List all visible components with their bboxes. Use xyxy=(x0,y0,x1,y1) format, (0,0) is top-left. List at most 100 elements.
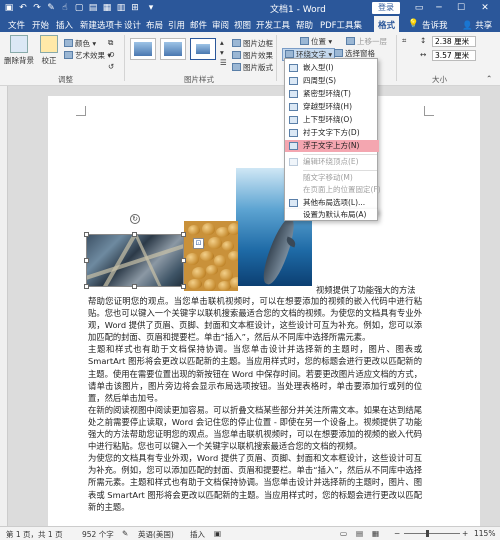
touch-mode-icon[interactable]: ☝ xyxy=(59,2,71,14)
format-painter-icon[interactable]: ✎ xyxy=(45,2,57,14)
bean-shape xyxy=(186,253,199,265)
ribbon-display-icon[interactable]: ▭ xyxy=(410,0,428,16)
selection-frame xyxy=(86,234,184,287)
picture-style-1[interactable] xyxy=(130,38,156,60)
remove-background-button[interactable]: 删除背景 xyxy=(4,35,34,66)
picture-effects-button[interactable]: 图片效果 xyxy=(232,50,273,61)
bring-forward-label: 上移一层 xyxy=(357,37,387,46)
beans-picture[interactable] xyxy=(184,221,238,291)
redo-icon[interactable]: ↷ xyxy=(31,2,43,14)
insert-icon[interactable]: ⊞ xyxy=(129,2,141,14)
collapse-ribbon-icon[interactable]: ⌃ xyxy=(486,74,492,83)
reset-picture-icon[interactable]: ↺ xyxy=(108,62,114,71)
menu-item-set-default-layout[interactable]: 设置为默认布局(A) xyxy=(284,209,378,221)
proofing-icon[interactable]: ✎ xyxy=(122,529,128,538)
zoom-slider-thumb[interactable] xyxy=(426,530,429,537)
layout-options-icon[interactable]: ⊡ xyxy=(193,238,204,249)
width-input[interactable]: 3.57 厘米 xyxy=(432,50,476,61)
picture-layout-icon xyxy=(232,63,241,71)
menu-item-top-bottom[interactable]: 上下型环绕(O) xyxy=(285,114,379,126)
menu-item-move-with-text[interactable]: 随文字移动(M) xyxy=(285,172,379,184)
resize-handle[interactable] xyxy=(181,232,186,237)
print-layout-icon[interactable]: ▤ xyxy=(356,529,363,538)
open-icon[interactable]: ▤ xyxy=(87,2,99,14)
menu-item-inline[interactable]: 嵌入型(I) xyxy=(285,62,379,74)
document-body[interactable]: 帮助您证明您的观点。当您单击联机视频时，可以在想要添加的视频的嵌入代码中进行粘贴… xyxy=(88,283,422,513)
tab-pdf-tools[interactable]: PDF工具集 xyxy=(320,19,362,31)
resize-handle[interactable] xyxy=(84,232,89,237)
picture-style-2[interactable] xyxy=(160,38,186,60)
styles-more-icon[interactable]: ☰ xyxy=(220,58,227,67)
position-button[interactable]: 位置 ▾ xyxy=(300,36,332,47)
insert-mode[interactable]: 插入 xyxy=(190,529,205,540)
undo-icon[interactable]: ↶ xyxy=(17,2,29,14)
tab-format[interactable]: 格式 xyxy=(374,16,400,32)
status-bar: 第 1 页，共 1 页 952 个字 ✎ 英语(美国) 插入 ▣ ▭ ▤ ▦ −… xyxy=(0,526,500,540)
zoom-out-icon[interactable]: − xyxy=(394,529,400,538)
word-count[interactable]: 952 个字 xyxy=(82,529,114,540)
page-count[interactable]: 第 1 页，共 1 页 xyxy=(6,529,63,540)
picture-effects-icon xyxy=(232,51,241,59)
lightbulb-icon[interactable]: 💡 xyxy=(408,19,419,29)
tell-me-input[interactable]: 告诉我 xyxy=(422,19,448,31)
zoom-slider[interactable] xyxy=(404,533,460,534)
menu-item-more-layout-options[interactable]: 其他布局选项(L)... xyxy=(284,197,378,209)
layout-icon[interactable]: ▥ xyxy=(115,2,127,14)
tab-review[interactable]: 审阅 xyxy=(212,19,229,31)
tab-insert[interactable]: 插入 xyxy=(56,19,73,31)
read-mode-icon[interactable]: ▭ xyxy=(340,529,347,538)
customize-qat-icon[interactable]: ▾ xyxy=(145,2,157,14)
tab-references[interactable]: 引用 xyxy=(168,19,185,31)
menu-item-edit-wrap-points[interactable]: 编辑环绕顶点(E) xyxy=(285,156,379,168)
rotate-handle-icon[interactable]: ↻ xyxy=(130,214,140,224)
tab-design[interactable]: 设计 xyxy=(124,19,141,31)
corrections-button[interactable]: 校正 xyxy=(38,35,60,66)
print-preview-icon[interactable]: ▦ xyxy=(101,2,113,14)
color-button[interactable]: 颜色 ▾ xyxy=(64,38,96,49)
position-icon xyxy=(300,37,309,45)
language[interactable]: 英语(美国) xyxy=(138,529,174,540)
resize-handle[interactable] xyxy=(132,232,137,237)
tab-developer[interactable]: 开发工具 xyxy=(256,19,290,31)
menu-item-in-front-of-text[interactable]: 浮于文字上方(N) xyxy=(285,140,379,152)
crop-icon[interactable]: ⌗ xyxy=(402,36,406,46)
share-button[interactable]: 👤 共享 xyxy=(462,19,492,31)
tab-file[interactable]: 文件 xyxy=(8,19,25,31)
bring-forward-button[interactable]: 上移一层 xyxy=(346,36,387,47)
minimize-icon[interactable]: ─ xyxy=(430,0,448,16)
close-icon[interactable]: ✕ xyxy=(476,0,494,16)
tab-new[interactable]: 新建选项卡 xyxy=(80,19,123,31)
paragraph: 帮助您证明您的观点。当您单击联机视频时，可以在想要添加的视频的嵌入代码中进行粘贴… xyxy=(88,296,422,343)
login-button[interactable]: 登录 xyxy=(372,2,400,14)
web-layout-icon[interactable]: ▦ xyxy=(372,529,379,538)
menu-item-square[interactable]: 四周型(S) xyxy=(285,75,379,87)
styles-scroll-up-icon[interactable]: ▴ xyxy=(220,38,224,47)
menu-item-through[interactable]: 穿越型环绕(H) xyxy=(285,101,379,113)
styles-scroll-down-icon[interactable]: ▾ xyxy=(220,48,224,57)
artistic-effects-button[interactable]: 艺术效果 ▾ xyxy=(64,50,111,61)
tab-mailings[interactable]: 邮件 xyxy=(190,19,207,31)
compress-pictures-icon[interactable]: ⧉ xyxy=(108,38,113,48)
new-doc-icon[interactable]: ▢ xyxy=(73,2,85,14)
resize-handle[interactable] xyxy=(84,258,89,263)
menu-item-tight[interactable]: 紧密型环绕(T) xyxy=(285,88,379,100)
menu-item-behind-text[interactable]: 衬于文字下方(D) xyxy=(285,127,379,139)
tab-help[interactable]: 帮助 xyxy=(296,19,313,31)
tab-view[interactable]: 视图 xyxy=(234,19,251,31)
picture-layout-button[interactable]: 图片版式 xyxy=(232,62,273,73)
zoom-level[interactable]: 115% xyxy=(474,529,495,538)
change-picture-icon[interactable]: ⟲ xyxy=(108,50,114,59)
maximize-icon[interactable]: ☐ xyxy=(452,0,470,16)
resize-handle[interactable] xyxy=(181,258,186,263)
picture-border-button[interactable]: 图片边框 xyxy=(232,38,273,49)
vertical-ruler xyxy=(0,86,8,526)
tab-home[interactable]: 开始 xyxy=(32,19,49,31)
menu-item-fix-position[interactable]: 在页面上的位置固定(F) xyxy=(285,184,381,196)
zoom-in-icon[interactable]: + xyxy=(462,529,468,538)
macro-icon[interactable]: ▣ xyxy=(214,529,221,538)
tab-layout[interactable]: 布局 xyxy=(146,19,163,31)
bean-shape xyxy=(208,237,222,249)
save-icon[interactable]: ▣ xyxy=(3,2,15,14)
picture-style-3[interactable] xyxy=(190,38,216,60)
height-input[interactable]: 2.38 厘米 xyxy=(432,36,476,47)
